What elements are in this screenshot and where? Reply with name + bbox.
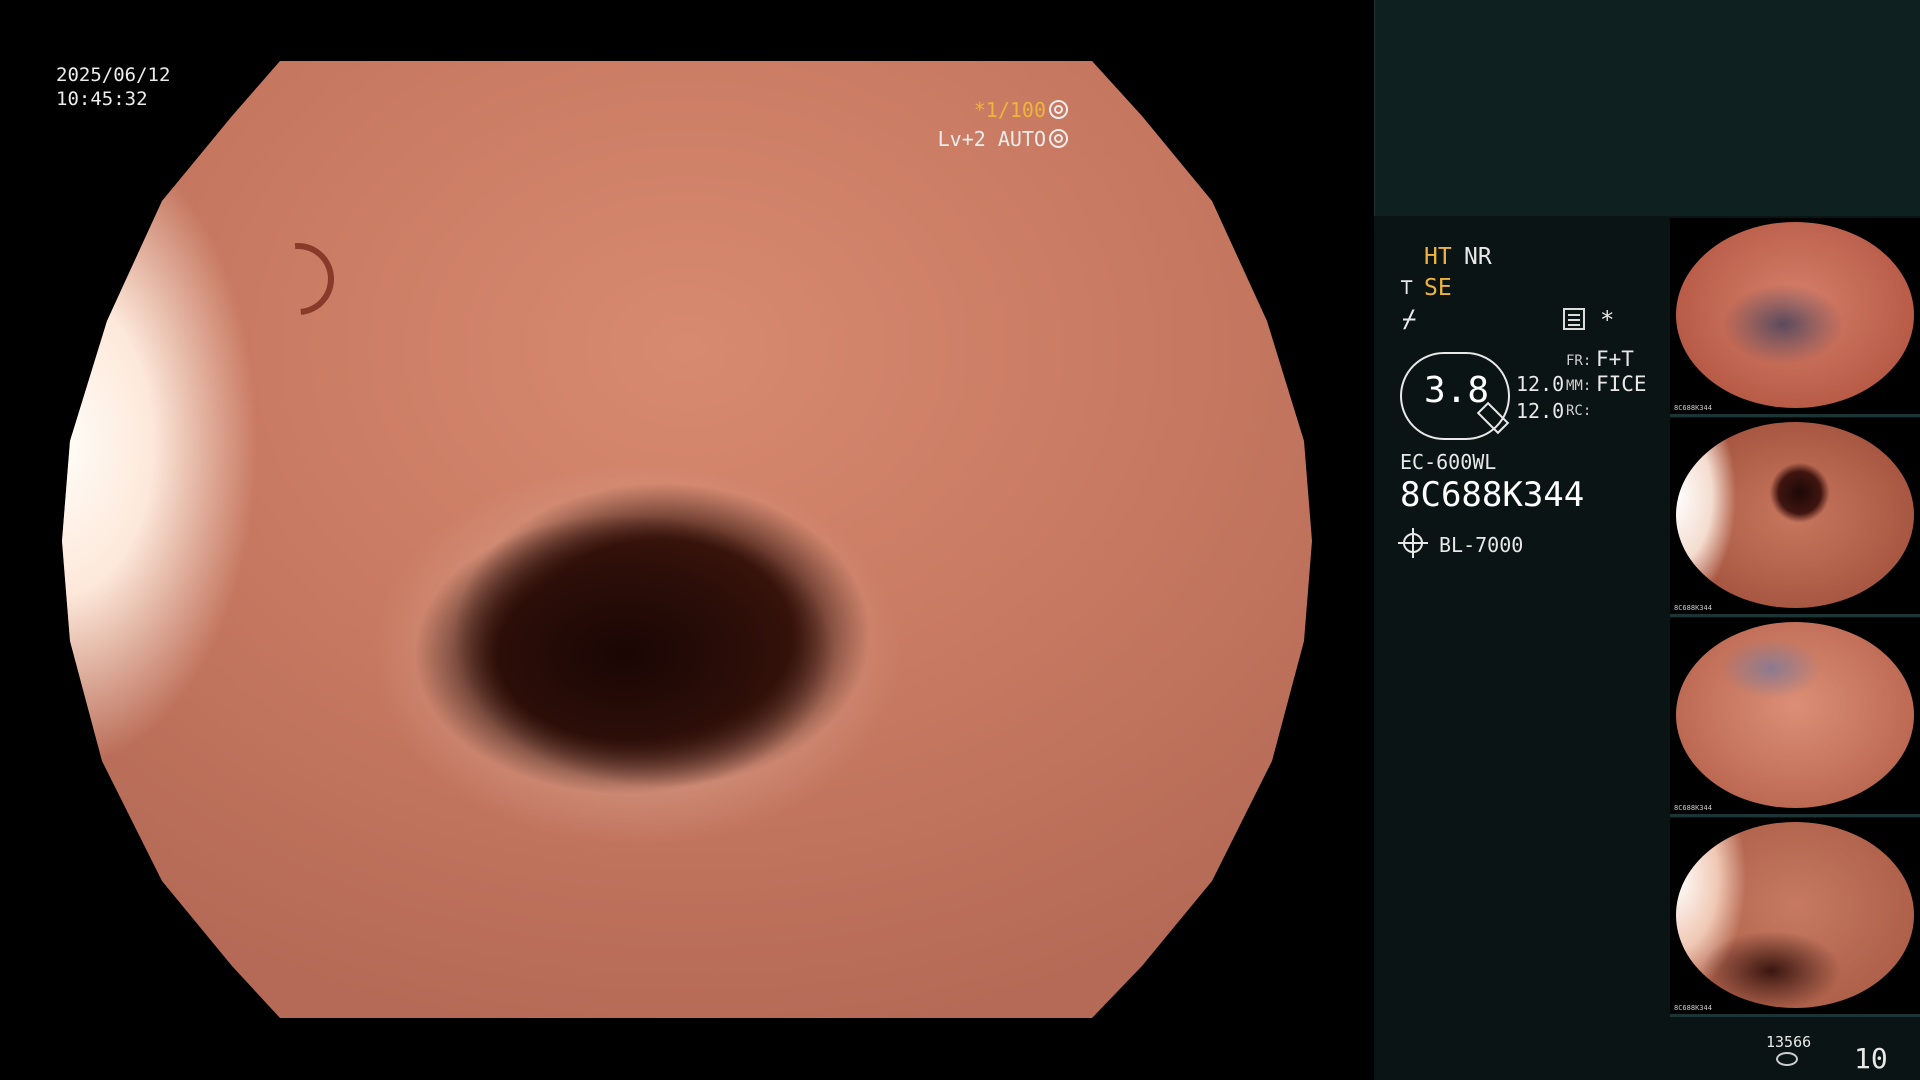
thumbnail-image xyxy=(1676,222,1914,408)
capture-thumbnail[interactable]: 8C688K344 xyxy=(1670,818,1920,1017)
datetime: 2025/06/12 10:45:32 xyxy=(56,63,170,111)
page-number: 10 xyxy=(1854,1042,1888,1075)
light-source: BL-7000 xyxy=(1439,533,1524,557)
zoom-value: 3.8 xyxy=(1424,370,1490,411)
thumbnail-serial: 8C688K344 xyxy=(1674,604,1712,612)
storage-icon xyxy=(1776,1052,1798,1066)
nr-indicator: NR xyxy=(1464,244,1492,270)
star-indicator: * xyxy=(1600,306,1615,334)
aperture-icon xyxy=(1049,100,1068,119)
fr-label: FR: xyxy=(1566,353,1592,369)
light-source-icon xyxy=(1398,528,1428,558)
menu-grid-icon xyxy=(1563,308,1585,330)
thumbnail-image xyxy=(1676,422,1914,608)
storage-count: 13566 xyxy=(1766,1033,1812,1051)
thumbnail-image xyxy=(1676,822,1914,1008)
scope-serial: 8C688K344 xyxy=(1400,475,1585,515)
date: 2025/06/12 xyxy=(56,64,171,86)
instrument-tip xyxy=(247,228,349,330)
fr-value: F+T xyxy=(1596,347,1634,371)
mm-label: MM: xyxy=(1566,378,1592,394)
capture-thumbnail[interactable]: 8C688K344 xyxy=(1670,218,1920,417)
scope-model: EC-600WL xyxy=(1400,450,1497,474)
capture-thumbnail[interactable]: 8C688K344 xyxy=(1670,618,1920,817)
filter-icon: ⌿ xyxy=(1402,305,1417,333)
thumbnail-serial: 8C688K344 xyxy=(1674,404,1712,412)
info-panel-header xyxy=(1374,0,1920,216)
endoscope-view xyxy=(62,61,1312,1018)
thumbnail-serial: 8C688K344 xyxy=(1674,1004,1712,1012)
enhance-icon: ⊤ xyxy=(1400,275,1414,300)
shutter-speed: *1/100 xyxy=(974,98,1068,122)
iris-value: Lv+2 AUTO xyxy=(937,127,1046,151)
time: 10:45:32 xyxy=(56,88,148,110)
value-2: 12.0 xyxy=(1516,399,1565,423)
rc-label: RC: xyxy=(1566,403,1592,419)
se-indicator: SE xyxy=(1424,275,1452,301)
iris-mode: Lv+2 AUTO xyxy=(938,127,1068,151)
iris-icon xyxy=(1049,129,1068,148)
value-1: 12.0 xyxy=(1516,372,1565,396)
mm-value: FICE xyxy=(1596,372,1647,396)
ht-indicator: HT xyxy=(1424,244,1452,270)
thumbnail-image xyxy=(1676,622,1914,808)
thumbnail-serial: 8C688K344 xyxy=(1674,804,1712,812)
capture-thumbnail[interactable]: 8C688K344 xyxy=(1670,418,1920,617)
shutter-value: *1/100 xyxy=(973,98,1046,122)
